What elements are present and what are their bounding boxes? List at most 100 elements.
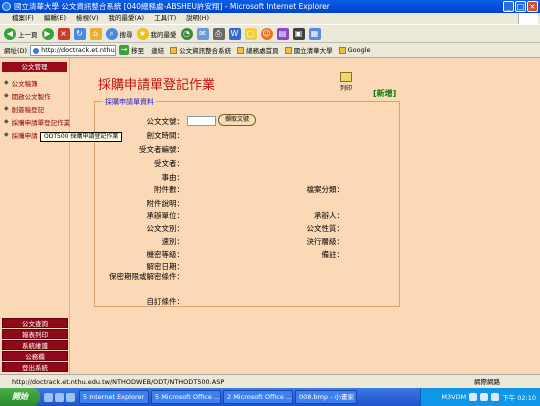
quick-launch-icon[interactable]	[66, 392, 75, 402]
page-icon	[338, 46, 346, 54]
nav-system-maintain[interactable]: 系統維護	[2, 340, 68, 350]
ime-indicator[interactable]: M3VDM	[441, 393, 466, 401]
home-button[interactable]: ⌂	[89, 27, 102, 40]
menu-file[interactable]: 檔案(F)	[12, 13, 34, 24]
page-icon	[170, 46, 178, 54]
nav-doc-query[interactable]: 公文查詢	[2, 318, 68, 328]
page-content: 公文管理 ◆ 公文稿簿 ◆ 開啟公文製作 ◆ 創簽稿登記 ◆ 採購申請單登記作業 ◆ 採購…	[0, 58, 540, 374]
label-recipient: 受文者：	[154, 159, 184, 168]
bullet-icon: ◆	[4, 79, 9, 86]
go-button[interactable]: → 移至	[119, 45, 144, 55]
page-icon	[237, 46, 245, 54]
status-zone: 網際網路	[474, 378, 500, 386]
minimize-button[interactable]: _	[503, 1, 514, 12]
printer-icon	[340, 72, 352, 82]
link-doc-system[interactable]: 公文資訊整合系統	[170, 45, 231, 55]
go-label: 移至	[131, 47, 145, 55]
sidebar-item-open-doc[interactable]: ◆ 開啟公文製作	[0, 89, 69, 102]
refresh-button[interactable]: ↻	[73, 27, 86, 40]
menu-favorites[interactable]: 我的最愛(A)	[109, 13, 145, 24]
back-button[interactable]: ◀ 上一頁	[4, 27, 38, 40]
sidebar-item-purchase-register[interactable]: ◆ 採購申請單登記作業	[0, 115, 70, 128]
address-input[interactable]: http://doctrack.et.nthu.edu.tw/	[30, 44, 117, 56]
page-icon	[284, 46, 292, 54]
print-link[interactable]: 列印	[338, 72, 354, 92]
favorites-button[interactable]: ★ 我的最愛	[136, 27, 177, 40]
page-title: 採購申請單登記作業	[98, 78, 216, 93]
label-handling-unit: 承辦單位：	[146, 211, 185, 220]
link-general-affairs[interactable]: 總務處首頁	[237, 45, 279, 55]
research-button[interactable]: ▤	[276, 27, 289, 40]
ie-icon	[2, 2, 11, 11]
label-file-category: 檔案分類：	[306, 185, 345, 194]
doc-number-input[interactable]	[187, 116, 216, 126]
taskbar-item-paint[interactable]: 008.bmp - 小畫家	[295, 390, 357, 404]
toolbar-extra-button[interactable]: ▣	[292, 27, 305, 40]
bullet-icon: ◆	[4, 118, 9, 125]
tray-icon[interactable]	[480, 393, 489, 401]
label-decision-level: 決行層級：	[306, 237, 345, 246]
edit-button[interactable]: W	[228, 27, 241, 40]
link-nthu[interactable]: 國立清華大學	[284, 45, 333, 55]
system-tray: M3VDM 下午 02:10	[420, 388, 540, 406]
menu-edit[interactable]: 編輯(E)	[44, 13, 66, 24]
forward-button[interactable]: ▶	[41, 27, 54, 40]
new-link[interactable]: [新增]	[373, 88, 396, 99]
fetch-number-button[interactable]: 擷取文號	[218, 114, 256, 126]
close-button[interactable]: ×	[527, 1, 538, 12]
nav-report-print[interactable]: 報表列印	[2, 329, 68, 339]
quick-launch-icon[interactable]	[55, 392, 64, 402]
quick-launch	[44, 392, 75, 402]
menu-view[interactable]: 檢視(V)	[76, 13, 99, 24]
history-button[interactable]: ◔	[180, 27, 193, 40]
sidebar-bottom-menu: 公文查詢 報表列印 系統維護 公務欄 登出系統	[2, 317, 68, 372]
sidebar-item-draft-register[interactable]: ◆ 創簽稿登記	[0, 102, 69, 115]
print-button[interactable]: ⎙	[212, 27, 225, 40]
menu-help[interactable]: 說明(H)	[186, 13, 209, 24]
stop-button[interactable]: ×	[57, 27, 70, 40]
label-doc-number: 公文文號：	[146, 117, 185, 126]
taskbar-item-office-1[interactable]: 5 Microsoft Office ...	[151, 390, 221, 404]
quick-launch-icon[interactable]	[44, 392, 53, 402]
discuss-button[interactable]: ▢	[244, 27, 257, 40]
label-secret-period: 保密期限或解密條件：	[109, 272, 184, 281]
link-label: 總務處首頁	[246, 47, 279, 55]
links-label: 連結	[151, 47, 165, 55]
mail-button[interactable]: ✉	[196, 27, 209, 40]
label-create-time: 創文時間：	[146, 131, 185, 140]
tray-icon[interactable]	[469, 393, 478, 401]
clock: 下午 02:10	[502, 394, 536, 402]
bullet-icon: ◆	[4, 131, 9, 138]
window-titlebar: 國立清華大學 公文資訊整合系統 [040總務處-ABSHEU許安翔] - Mic…	[0, 0, 540, 13]
sidebar-item-label: 開啟公文製作	[11, 92, 51, 101]
tray-icon[interactable]	[491, 393, 500, 401]
menu-bar: 檔案(F) 編輯(E) 檢視(V) 我的最愛(A) 工具(T) 說明(H)	[0, 13, 540, 24]
bullet-icon: ◆	[4, 105, 9, 112]
link-google[interactable]: Google	[338, 46, 371, 54]
go-arrow-icon: →	[119, 45, 130, 55]
taskbar-item-office-2[interactable]: 2 Microsoft Office ...	[223, 390, 293, 404]
label-attachment-count: 附件數：	[154, 185, 184, 194]
label-recipient-id: 受文者編號：	[139, 145, 184, 154]
nav-bulletin[interactable]: 公務欄	[2, 351, 68, 361]
label-doc-type: 公文文別：	[146, 224, 185, 233]
label-custom-condition: 自訂條件：	[146, 297, 185, 306]
address-label: 網址(D)	[4, 47, 28, 55]
start-button[interactable]: 開始	[0, 388, 40, 406]
maximize-button[interactable]: □	[515, 1, 526, 12]
sidebar-header[interactable]: 公文管理	[2, 62, 67, 72]
sidebar-item-doc-book[interactable]: ◆ 公文稿簿	[0, 76, 69, 89]
label-subject: 事由：	[161, 173, 185, 182]
link-label: Google	[347, 46, 371, 54]
taskbar-item-ie[interactable]: 5 Internet Explorer	[79, 390, 149, 404]
toolbar-extra-button-2[interactable]: ▦	[308, 27, 321, 40]
star-icon: ★	[136, 27, 149, 40]
link-label: 公文資訊整合系統	[179, 47, 232, 55]
nav-logout[interactable]: 登出系統	[2, 362, 68, 372]
label-speed: 速別：	[161, 237, 185, 246]
messenger-button[interactable]: ☺	[260, 27, 273, 40]
back-arrow-icon: ◀	[4, 27, 16, 40]
menu-tools[interactable]: 工具(T)	[154, 13, 176, 24]
search-button[interactable]: ⌕ 搜尋	[105, 27, 133, 40]
bullet-icon: ◆	[4, 92, 9, 99]
